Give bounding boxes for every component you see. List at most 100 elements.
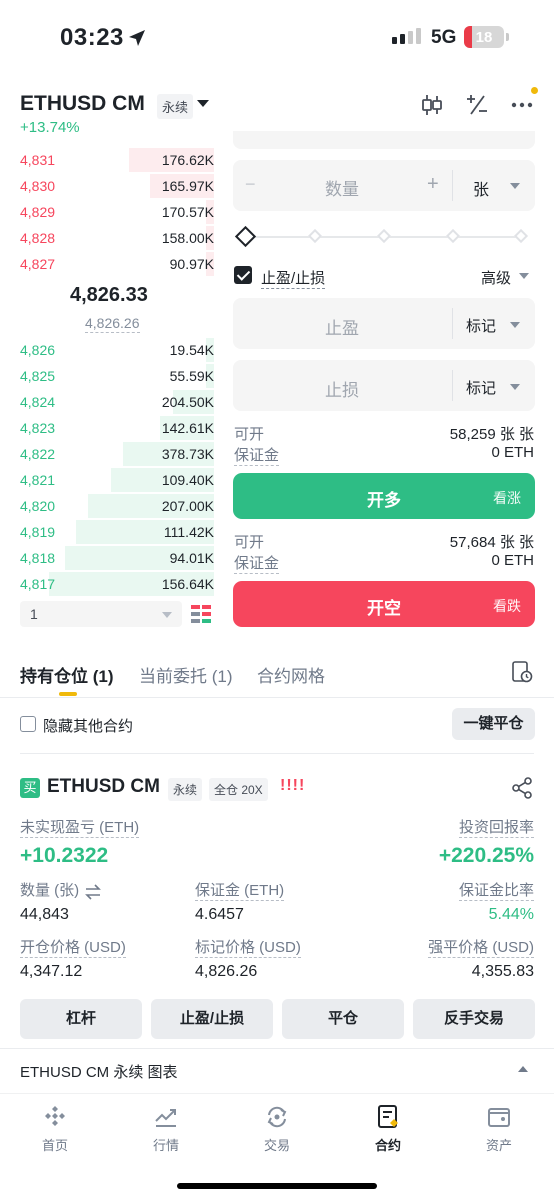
entry-price-label[interactable]: 开仓价格 (USD) bbox=[20, 939, 126, 958]
mark-price[interactable]: 4,826.26 bbox=[85, 315, 140, 333]
nav-assets[interactable]: 资产 bbox=[459, 1104, 539, 1154]
roe-value: +220.25% bbox=[438, 844, 534, 867]
hide-other-checkbox[interactable] bbox=[20, 716, 36, 732]
slider-step[interactable] bbox=[445, 228, 461, 244]
bid-price: 4,824 bbox=[20, 394, 56, 410]
ask-row[interactable]: 4,831 176.62K bbox=[20, 147, 214, 173]
slider-thumb[interactable] bbox=[234, 225, 257, 248]
divider bbox=[20, 753, 534, 754]
stop-loss-placeholder: 止损 bbox=[325, 381, 359, 400]
reverse-trade-button[interactable]: 反手交易 bbox=[413, 999, 535, 1039]
order-history-icon[interactable] bbox=[511, 661, 533, 683]
status-bar: 03:23 5G 18 bbox=[0, 0, 554, 76]
nav-assets-label: 资产 bbox=[485, 1138, 512, 1153]
liq-price-label[interactable]: 强平价格 (USD) bbox=[428, 939, 534, 958]
bid-row[interactable]: 4,817 156.64K bbox=[20, 571, 214, 597]
ask-row[interactable]: 4,830 165.97K bbox=[20, 173, 214, 199]
chevron-down-icon bbox=[510, 322, 520, 328]
precision-select[interactable]: 1 bbox=[20, 601, 182, 627]
close-position-button[interactable]: 平仓 bbox=[282, 999, 404, 1039]
ask-row[interactable]: 4,829 170.57K bbox=[20, 199, 214, 225]
minus-icon[interactable]: − bbox=[245, 174, 256, 195]
bid-row[interactable]: 4,824 204.50K bbox=[20, 389, 214, 415]
order-book-asks: 4,831 176.62K 4,830 165.97K 4,829 170.57K 4,82… bbox=[20, 147, 214, 277]
leverage-button[interactable]: 杠杆 bbox=[20, 999, 142, 1039]
price-input-edge[interactable] bbox=[233, 131, 535, 149]
bid-row[interactable]: 4,822 378.73K bbox=[20, 441, 214, 467]
bid-price: 4,819 bbox=[20, 524, 56, 540]
entry-price-value: 4,347.12 bbox=[20, 963, 83, 980]
bid-quantity: 378.73K bbox=[161, 446, 214, 462]
cellular-signal-icon bbox=[392, 28, 421, 44]
pair-dropdown-icon[interactable] bbox=[197, 100, 209, 107]
slider-step[interactable] bbox=[376, 228, 392, 244]
nav-futures[interactable]: 合约 bbox=[348, 1104, 428, 1154]
more-options-icon[interactable] bbox=[509, 92, 535, 118]
risk-warning[interactable]: !!!! bbox=[280, 777, 305, 795]
bid-row[interactable]: 4,818 94.01K bbox=[20, 545, 214, 571]
roe-label[interactable]: 投资回报率 bbox=[458, 819, 534, 838]
stop-loss-input[interactable]: 止损 标记 bbox=[233, 360, 535, 411]
bid-quantity: 19.54K bbox=[169, 342, 214, 358]
ask-row[interactable]: 4,828 158.00K bbox=[20, 225, 214, 251]
mark-price-label[interactable]: 标记价格 (USD) bbox=[195, 939, 301, 958]
chart-toggle-label[interactable]: ETHUSD CM 永续 图表 bbox=[20, 1061, 178, 1082]
margin-value[interactable]: 4.6457 bbox=[195, 906, 244, 924]
bid-row[interactable]: 4,821 109.40K bbox=[20, 467, 214, 493]
nav-markets[interactable]: 行情 bbox=[126, 1104, 206, 1154]
take-profit-input[interactable]: 止盈 标记 bbox=[233, 298, 535, 349]
pair-title[interactable]: ETHUSD CM bbox=[20, 92, 145, 116]
bid-price: 4,820 bbox=[20, 498, 56, 514]
quantity-unit[interactable]: 张 bbox=[473, 176, 489, 200]
chevron-up-icon[interactable] bbox=[518, 1066, 528, 1072]
ask-row[interactable]: 4,827 90.97K bbox=[20, 251, 214, 277]
side-badge: 买 bbox=[20, 778, 40, 798]
swap-units-icon[interactable] bbox=[84, 884, 102, 900]
nav-trade[interactable]: 交易 bbox=[237, 1104, 317, 1154]
advanced-dropdown[interactable]: 高级 bbox=[481, 267, 511, 288]
bid-row[interactable]: 4,825 55.59K bbox=[20, 363, 214, 389]
bid-row[interactable]: 4,823 142.61K bbox=[20, 415, 214, 441]
bid-row[interactable]: 4,820 207.00K bbox=[20, 493, 214, 519]
nav-home[interactable]: 首页 bbox=[15, 1104, 95, 1154]
take-profit-placeholder: 止盈 bbox=[325, 319, 359, 338]
open-long-button[interactable]: 开多 看涨 bbox=[233, 473, 535, 519]
quantity-input[interactable]: − 数量 + 张 bbox=[233, 160, 535, 211]
network-type: 5G bbox=[431, 27, 457, 48]
position-symbol[interactable]: ETHUSD CM bbox=[47, 776, 160, 798]
slider-step[interactable] bbox=[307, 228, 323, 244]
tab-open-orders[interactable]: 当前委托 (1) bbox=[139, 662, 233, 687]
hide-other-label[interactable]: 隐藏其他合约 bbox=[43, 715, 133, 736]
slider-step[interactable] bbox=[513, 228, 529, 244]
bid-row[interactable]: 4,826 19.54K bbox=[20, 337, 214, 363]
sl-trigger-type[interactable]: 标记 bbox=[466, 377, 496, 398]
candlestick-chart-icon[interactable] bbox=[419, 92, 445, 118]
position-margin-tag[interactable]: 全仓 20X bbox=[209, 778, 268, 801]
calculator-icon[interactable] bbox=[464, 92, 490, 118]
battery-icon: 18 bbox=[464, 26, 504, 48]
bid-price: 4,822 bbox=[20, 446, 56, 462]
order-book-layout-icon[interactable] bbox=[190, 603, 212, 625]
chevron-down-icon bbox=[162, 612, 172, 618]
unrealized-pnl-label[interactable]: 未实现盈亏 (ETH) bbox=[20, 819, 140, 838]
open-short-button[interactable]: 开空 看跌 bbox=[233, 581, 535, 627]
tab-positions[interactable]: 持有仓位 (1) bbox=[20, 662, 114, 687]
margin-ratio-label[interactable]: 保证金比率 bbox=[458, 882, 534, 901]
ask-price: 4,829 bbox=[20, 204, 56, 220]
plus-icon[interactable]: + bbox=[427, 173, 439, 196]
open-short-label: 开空 bbox=[367, 599, 401, 618]
share-icon[interactable] bbox=[510, 776, 534, 800]
bid-price: 4,823 bbox=[20, 420, 56, 436]
tpsl-label[interactable]: 止盈/止损 bbox=[261, 267, 326, 289]
active-tab-indicator bbox=[59, 692, 77, 696]
nav-markets-label: 行情 bbox=[152, 1138, 179, 1153]
short-margin-label[interactable]: 保证金 bbox=[234, 552, 280, 574]
margin-label[interactable]: 保证金 (ETH) bbox=[195, 882, 285, 901]
tp-trigger-type[interactable]: 标记 bbox=[466, 315, 496, 336]
long-margin-label[interactable]: 保证金 bbox=[234, 444, 280, 466]
tab-futures-grid[interactable]: 合约网格 bbox=[257, 662, 325, 687]
bid-row[interactable]: 4,819 111.42K bbox=[20, 519, 214, 545]
tpsl-button[interactable]: 止盈/止损 bbox=[151, 999, 273, 1039]
close-all-button[interactable]: 一键平仓 bbox=[452, 708, 535, 740]
tpsl-checkbox[interactable] bbox=[234, 266, 252, 284]
